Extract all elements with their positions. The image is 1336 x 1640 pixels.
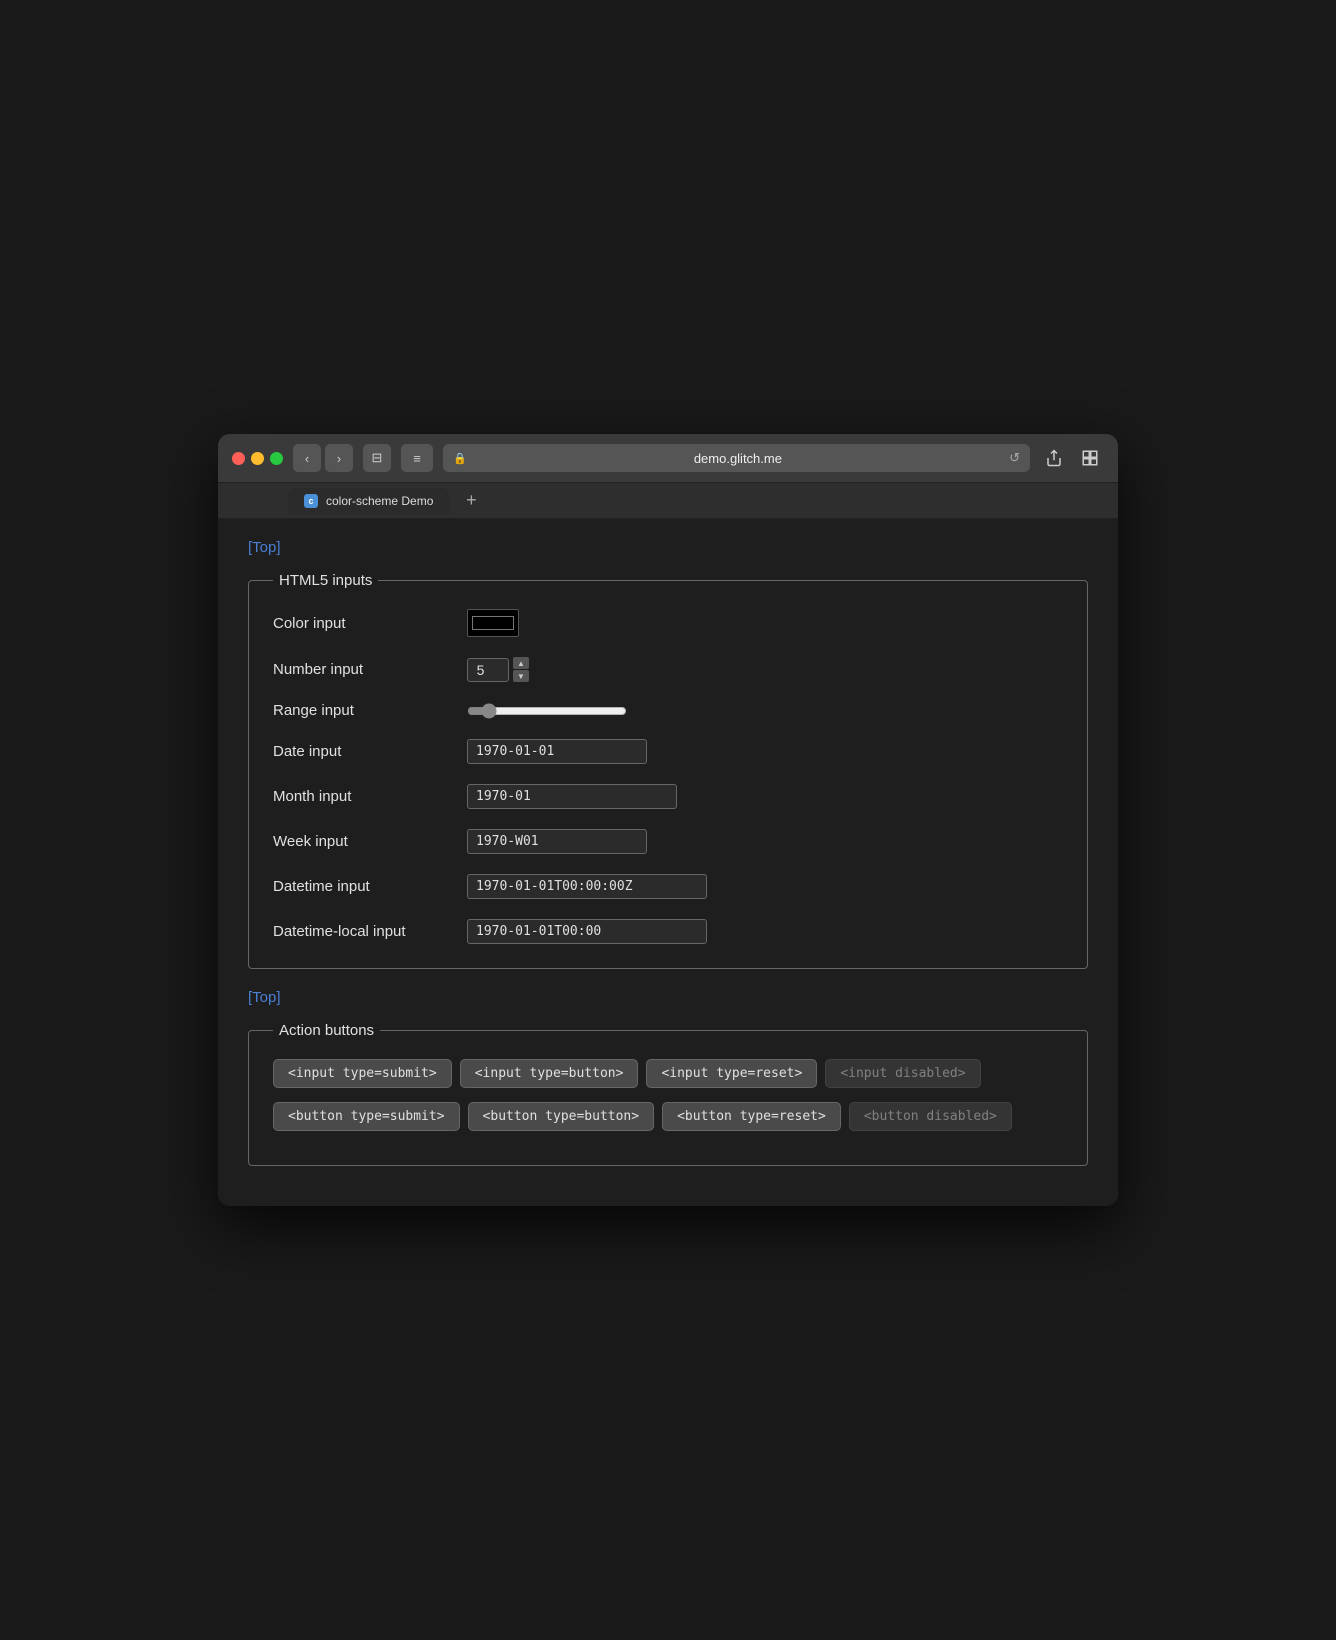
month-row: Month input [273, 784, 1063, 809]
week-label: Week input [273, 833, 453, 850]
datetime-input[interactable] [467, 874, 707, 899]
button-button-group: <button type=submit> <button type=button… [273, 1102, 1063, 1131]
number-input[interactable] [467, 658, 509, 682]
input-button-group: <input type=submit> <input type=button> … [273, 1059, 1063, 1088]
color-row: Color input [273, 609, 1063, 637]
month-input[interactable] [467, 784, 677, 809]
back-button[interactable]: ‹ [293, 444, 321, 472]
datetime-local-row: Datetime-local input [273, 919, 1063, 944]
menu-button[interactable]: ≡ [401, 444, 433, 472]
sidebar-button[interactable]: ⊟ [363, 444, 391, 472]
number-row: Number input ▲ ▼ [273, 657, 1063, 682]
month-label: Month input [273, 788, 453, 805]
date-label: Date input [273, 743, 453, 760]
range-label: Range input [273, 702, 453, 719]
top-link-1[interactable]: [Top] [248, 539, 1088, 556]
browser-window: ‹ › ⊟ ≡ 🔒 demo.glitch.me ↺ [218, 434, 1118, 1206]
input-button-button[interactable]: <input type=button> [460, 1059, 639, 1088]
spin-down-button[interactable]: ▼ [513, 670, 529, 682]
new-tab-button[interactable]: + [457, 487, 485, 515]
number-label: Number input [273, 661, 453, 678]
action-buttons-section: Action buttons <input type=submit> <inpu… [248, 1022, 1088, 1166]
week-input[interactable] [467, 829, 647, 854]
color-input[interactable] [467, 609, 519, 637]
tab-bar: c color-scheme Demo + [218, 483, 1118, 519]
spin-up-button[interactable]: ▲ [513, 657, 529, 669]
button-disabled-button: <button disabled> [849, 1102, 1012, 1131]
reload-button[interactable]: ↺ [1009, 450, 1020, 466]
tab-label: color-scheme Demo [326, 494, 433, 508]
title-bar: ‹ › ⊟ ≡ 🔒 demo.glitch.me ↺ [218, 434, 1118, 483]
toolbar-icons [1040, 444, 1104, 472]
minimize-button[interactable] [251, 452, 264, 465]
date-row: Date input [273, 739, 1063, 764]
forward-button[interactable]: › [325, 444, 353, 472]
number-input-wrapper: ▲ ▼ [467, 657, 529, 682]
address-bar[interactable]: 🔒 demo.glitch.me ↺ [443, 444, 1030, 472]
maximize-button[interactable] [270, 452, 283, 465]
input-reset-button[interactable]: <input type=reset> [646, 1059, 817, 1088]
tab-favicon: c [304, 494, 318, 508]
html5-legend: HTML5 inputs [273, 572, 378, 589]
action-legend: Action buttons [273, 1022, 380, 1039]
range-row: Range input [273, 702, 1063, 719]
datetime-label: Datetime input [273, 878, 453, 895]
share-button[interactable] [1040, 444, 1068, 472]
input-submit-button[interactable]: <input type=submit> [273, 1059, 452, 1088]
url-text: demo.glitch.me [473, 451, 1003, 466]
nav-buttons: ‹ › [293, 444, 353, 472]
range-input[interactable] [467, 703, 627, 719]
datetime-local-label: Datetime-local input [273, 923, 453, 940]
datetime-row: Datetime input [273, 874, 1063, 899]
close-button[interactable] [232, 452, 245, 465]
button-button-button[interactable]: <button type=button> [468, 1102, 655, 1131]
color-label: Color input [273, 615, 453, 632]
button-submit-button[interactable]: <button type=submit> [273, 1102, 460, 1131]
spin-buttons: ▲ ▼ [513, 657, 529, 682]
date-input[interactable] [467, 739, 647, 764]
new-window-button[interactable] [1076, 444, 1104, 472]
traffic-lights [232, 452, 283, 465]
top-link-2[interactable]: [Top] [248, 989, 1088, 1006]
input-disabled-button: <input disabled> [825, 1059, 980, 1088]
page-content: [Top] HTML5 inputs Color input Number in… [218, 519, 1118, 1206]
datetime-local-input[interactable] [467, 919, 707, 944]
button-reset-button[interactable]: <button type=reset> [662, 1102, 841, 1131]
lock-icon: 🔒 [453, 452, 467, 465]
html5-inputs-section: HTML5 inputs Color input Number input ▲ … [248, 572, 1088, 969]
week-row: Week input [273, 829, 1063, 854]
active-tab[interactable]: c color-scheme Demo [288, 488, 449, 514]
